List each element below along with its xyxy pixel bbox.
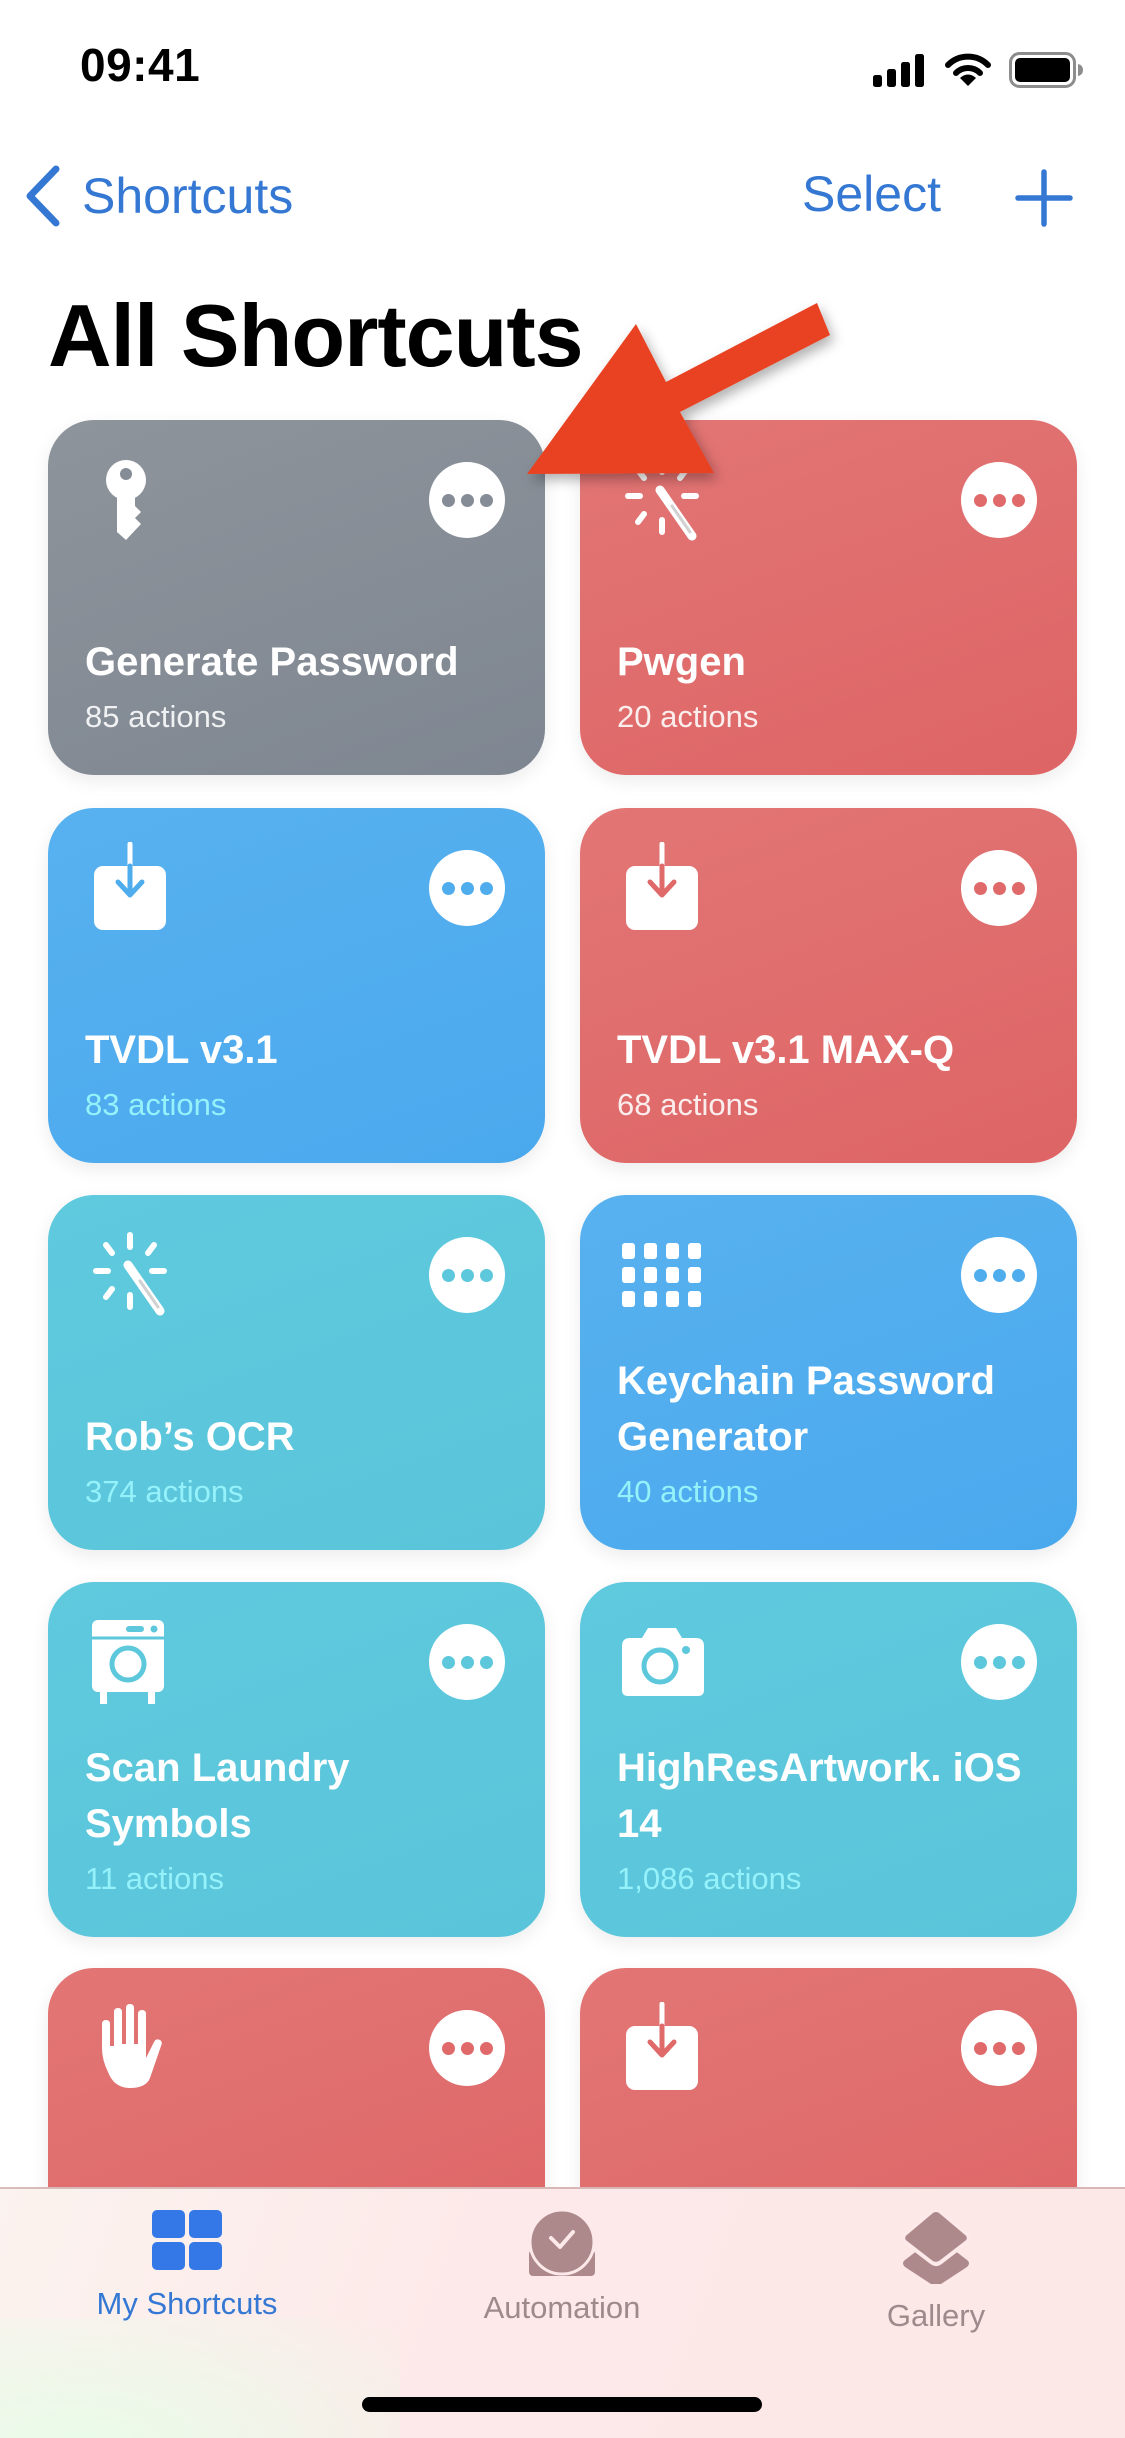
more-button[interactable] <box>429 462 505 538</box>
more-button[interactable] <box>961 1237 1037 1313</box>
shortcut-title: TVDL v3.1 <box>85 1028 278 1072</box>
tab-gallery[interactable]: Gallery <box>806 2210 1066 2334</box>
cellular-signal-icon <box>873 54 924 87</box>
keypad-grid-icon <box>620 1229 710 1319</box>
page-title: All Shortcuts <box>48 286 584 385</box>
magic-wand-icon <box>620 454 710 544</box>
shortcut-action-count: 85 actions <box>85 699 227 734</box>
layers-icon <box>901 2210 971 2284</box>
shortcut-action-count: 40 actions <box>617 1474 759 1509</box>
shortcut-text: Pwgen 20 actions <box>617 634 1047 740</box>
tab-automation[interactable]: Automation <box>432 2210 692 2326</box>
ellipsis-icon <box>441 493 493 507</box>
more-button[interactable] <box>961 462 1037 538</box>
washing-machine-icon <box>88 1616 178 1706</box>
shortcut-text: TVDL v3.1 83 actions <box>85 1022 515 1128</box>
magic-wand-icon <box>88 1229 178 1319</box>
shortcut-card[interactable]: Keychain Password Generator 40 actions <box>580 1195 1077 1550</box>
download-tray-icon <box>620 2001 710 2092</box>
chevron-left-icon <box>26 165 60 227</box>
download-tray-icon <box>88 841 178 932</box>
tab-label: Automation <box>483 2290 641 2325</box>
shortcut-card[interactable]: Generate Password 85 actions <box>48 420 545 775</box>
camera-icon <box>620 1616 710 1706</box>
shortcut-action-count: 83 actions <box>85 1087 227 1122</box>
select-button[interactable]: Select <box>802 165 941 223</box>
wifi-icon <box>945 53 991 86</box>
status-time: 09:41 <box>80 39 201 91</box>
ellipsis-icon <box>973 1655 1025 1669</box>
more-button[interactable] <box>429 1237 505 1313</box>
shortcut-card[interactable]: TVDL v3.1 83 actions <box>48 808 545 1163</box>
grid-squares-icon <box>152 2210 222 2270</box>
shortcut-action-count: 11 actions <box>85 1861 225 1896</box>
ellipsis-icon <box>441 2041 493 2055</box>
more-button[interactable] <box>429 850 505 926</box>
shortcut-action-count: 20 actions <box>617 699 759 734</box>
shortcut-card[interactable]: Scan Laundry Symbols 11 actions <box>48 1582 545 1937</box>
shortcut-action-count: 68 actions <box>617 1087 759 1122</box>
tab-label: Gallery <box>886 2298 986 2333</box>
shortcut-title: Keychain Password Generator <box>617 1359 995 1459</box>
tab-label: My Shortcuts <box>96 2286 278 2321</box>
clock-check-icon <box>529 2210 595 2276</box>
more-button[interactable] <box>961 1624 1037 1700</box>
download-tray-icon <box>620 841 710 932</box>
shortcut-text: Keychain Password Generator 40 actions <box>617 1353 1047 1515</box>
shortcut-card[interactable]: HighResArtwork. iOS 14 1,086 actions <box>580 1582 1077 1937</box>
battery-icon <box>1009 52 1083 88</box>
tab-my-shortcuts[interactable]: My Shortcuts <box>57 2210 317 2322</box>
more-button[interactable] <box>961 850 1037 926</box>
back-button[interactable]: Shortcuts <box>22 165 293 227</box>
key-icon <box>88 454 178 544</box>
more-button[interactable] <box>429 1624 505 1700</box>
shortcut-action-count: 1,086 actions <box>617 1861 802 1896</box>
shortcut-title: Scan Laundry Symbols <box>85 1746 350 1846</box>
tab-bar-glow <box>0 2318 400 2438</box>
status-icons <box>873 50 1085 90</box>
shortcut-text: Generate Password 85 actions <box>85 634 515 740</box>
shortcut-card[interactable]: Rob’s OCR 374 actions <box>48 1195 545 1550</box>
ellipsis-icon <box>973 2041 1025 2055</box>
shortcut-card[interactable]: Pwgen 20 actions <box>580 420 1077 775</box>
shortcut-action-count: 374 actions <box>85 1474 244 1509</box>
plus-icon <box>1015 169 1073 227</box>
shortcut-text: HighResArtwork. iOS 14 1,086 actions <box>617 1740 1047 1902</box>
ellipsis-icon <box>441 881 493 895</box>
ellipsis-icon <box>973 1268 1025 1282</box>
shortcut-text: Rob’s OCR 374 actions <box>85 1409 515 1515</box>
ellipsis-icon <box>441 1655 493 1669</box>
shortcut-text: TVDL v3.1 MAX-Q 68 actions <box>617 1022 1047 1128</box>
add-shortcut-button[interactable] <box>1014 168 1074 228</box>
shortcut-title: Generate Password <box>85 640 459 684</box>
shortcut-title: HighResArtwork. iOS 14 <box>617 1746 1022 1846</box>
shortcut-text: Scan Laundry Symbols 11 actions <box>85 1740 515 1902</box>
more-button[interactable] <box>429 2010 505 2086</box>
shortcut-title: TVDL v3.1 MAX-Q <box>617 1028 955 1072</box>
ellipsis-icon <box>973 881 1025 895</box>
shortcut-card[interactable]: TVDL v3.1 MAX-Q 68 actions <box>580 808 1077 1163</box>
shortcut-title: Rob’s OCR <box>85 1415 295 1459</box>
more-button[interactable] <box>961 2010 1037 2086</box>
ellipsis-icon <box>441 1268 493 1282</box>
ellipsis-icon <box>973 493 1025 507</box>
hand-raised-icon <box>88 2002 178 2092</box>
back-button-label: Shortcuts <box>82 168 294 224</box>
shortcut-title: Pwgen <box>617 640 746 684</box>
home-indicator[interactable] <box>362 2397 762 2412</box>
